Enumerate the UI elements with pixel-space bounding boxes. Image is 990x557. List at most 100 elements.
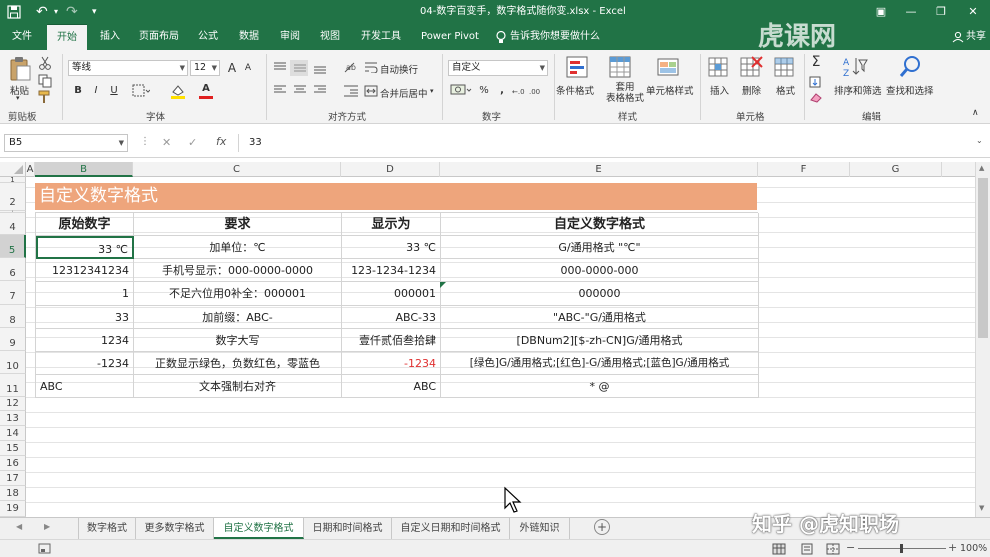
column-header-f[interactable]: F (758, 162, 850, 177)
cell-c11[interactable]: 文本强制右对齐 (134, 375, 342, 398)
scroll-thumb[interactable] (978, 178, 988, 338)
find-select-label[interactable]: 查找和选择 (886, 83, 934, 97)
italic-button[interactable]: I (88, 83, 104, 99)
tab-data[interactable]: 数据 (233, 24, 265, 50)
save-icon[interactable] (6, 4, 22, 20)
cell-d11[interactable]: ABC (342, 375, 441, 398)
merge-dropdown-icon[interactable]: ▾ (430, 87, 434, 95)
column-header-b[interactable]: B (35, 162, 133, 177)
cell-c10[interactable]: 正数显示绿色，负数红色，零蓝色 (134, 352, 342, 375)
copy-icon[interactable] (38, 74, 52, 88)
fill-icon[interactable] (808, 76, 824, 88)
cell-d7[interactable]: 000001 (342, 282, 441, 306)
cell-d5[interactable]: 33 ℃ (342, 236, 441, 259)
zoom-slider-thumb[interactable] (900, 544, 903, 553)
column-header-a[interactable]: A (26, 162, 35, 177)
percent-button[interactable]: % (476, 83, 492, 99)
orientation-icon[interactable]: ab (342, 60, 360, 74)
page-break-view-icon[interactable] (826, 543, 840, 555)
cell-e9[interactable]: [DBNum2][$-zh-CN]G/通用格式 (441, 329, 759, 352)
cell-c5[interactable]: 加单位：℃ (134, 236, 342, 259)
cell-e5[interactable]: G/通用格式 "℃" (441, 236, 759, 259)
name-box[interactable]: B5 ▼ (4, 134, 128, 152)
delete-cells-label[interactable]: 删除 (742, 83, 761, 97)
cell-b5[interactable]: 33 ℃ (36, 236, 134, 259)
tab-home[interactable]: 开始 (47, 24, 87, 50)
cell-b10[interactable]: -1234 (36, 352, 134, 375)
banner-title[interactable]: 自定义数字格式 (35, 183, 757, 210)
row-header-15[interactable]: 15 (0, 441, 26, 456)
expand-formula-icon[interactable]: ⌄ (976, 136, 983, 145)
cut-icon[interactable] (38, 56, 52, 70)
delete-cells-icon[interactable] (738, 55, 764, 81)
comma-style-button[interactable]: , (494, 83, 510, 99)
cell-e8[interactable]: "ABC-"G/通用格式 (441, 306, 759, 329)
tab-view[interactable]: 视图 (314, 24, 346, 50)
bold-button[interactable]: B (70, 83, 86, 99)
header-display[interactable]: 显示为 (342, 213, 441, 236)
tab-file[interactable]: 文件 (4, 24, 40, 50)
paste-icon[interactable] (8, 56, 32, 82)
row-header-16[interactable]: 16 (0, 456, 26, 471)
minimize-button[interactable]: — (896, 0, 926, 24)
font-color-icon[interactable]: A (198, 81, 214, 97)
row-header-4[interactable]: 4 (0, 213, 26, 235)
merge-center-icon[interactable] (364, 85, 378, 97)
conditional-format-icon[interactable] (565, 55, 591, 81)
cell-b11[interactable]: ABC (36, 375, 134, 398)
cell-c9[interactable]: 数字大写 (134, 329, 342, 352)
cell-c7[interactable]: 不足六位用0补全：000001 (134, 282, 342, 306)
format-cells-icon[interactable] (772, 55, 798, 81)
shrink-font-button[interactable]: A (240, 60, 256, 76)
row-header-8[interactable]: 8 (0, 305, 26, 328)
format-painter-icon[interactable] (38, 90, 52, 104)
format-cells-label[interactable]: 格式 (776, 83, 795, 97)
autosum-icon[interactable]: Σ (808, 54, 824, 70)
tab-formulas[interactable]: 公式 (192, 24, 224, 50)
cancel-icon[interactable]: ✕ (162, 136, 171, 149)
tab-power-pivot[interactable]: Power Pivot (416, 24, 484, 50)
header-requirement[interactable]: 要求 (134, 213, 342, 236)
number-format-combo[interactable]: 自定义 ▼ (448, 60, 548, 76)
restore-button[interactable]: ❐ (926, 0, 956, 24)
currency-icon[interactable] (450, 83, 472, 97)
decimal-buttons-icon[interactable]: ←.0 .00 (512, 84, 546, 98)
customize-toolbar-icon[interactable]: ▾ (92, 0, 97, 24)
paste-dropdown-icon[interactable]: ▾ (16, 94, 20, 102)
cell-d8[interactable]: ABC-33 (342, 306, 441, 329)
insert-function-icon[interactable]: fx (216, 135, 226, 148)
format-as-table-icon[interactable] (608, 55, 634, 81)
cell-b9[interactable]: 1234 (36, 329, 134, 352)
font-size-combo[interactable]: 12 ▼ (190, 60, 220, 76)
format-as-table-label[interactable]: 套用 表格格式 (606, 82, 644, 104)
tab-page-layout[interactable]: 页面布局 (134, 24, 184, 50)
find-select-icon[interactable] (898, 54, 924, 80)
tab-developer[interactable]: 开发工具 (356, 24, 406, 50)
tell-me-search[interactable]: 告诉我你想要做什么 (510, 24, 600, 50)
vertical-scrollbar[interactable]: ▲ ▼ (975, 162, 990, 517)
tab-review[interactable]: 审阅 (274, 24, 306, 50)
scroll-up-icon[interactable]: ▲ (979, 164, 984, 172)
cell-d9[interactable]: 壹仟贰佰叁拾肆 (342, 329, 441, 352)
merge-center-label[interactable]: 合并后居中 (380, 86, 428, 100)
header-custom-format[interactable]: 自定义数字格式 (441, 213, 759, 236)
sheet-tab-links[interactable]: 外链知识 (510, 518, 570, 539)
row-header-10[interactable]: 10 (0, 351, 26, 374)
sort-filter-label[interactable]: 排序和筛选 (834, 83, 882, 97)
cell-styles-label[interactable]: 单元格样式 (646, 83, 694, 97)
row-header-19[interactable]: 19 (0, 501, 26, 517)
redo-icon[interactable]: ↷ (66, 0, 78, 24)
zoom-in-button[interactable]: + (948, 541, 957, 554)
row-header-18[interactable]: 18 (0, 486, 26, 501)
zoom-out-button[interactable]: − (846, 541, 855, 554)
row-header-11[interactable]: 11 (0, 374, 26, 397)
fill-color-icon[interactable] (170, 83, 192, 99)
grow-font-button[interactable]: A (224, 60, 240, 76)
row-header-5[interactable]: 5 (0, 235, 26, 258)
select-all-corner[interactable] (0, 162, 26, 177)
alignment-buttons-icon[interactable] (272, 60, 342, 100)
sort-filter-icon[interactable]: AZ (842, 54, 868, 80)
sheet-tab-number-format[interactable]: 数字格式 (78, 518, 136, 539)
font-name-combo[interactable]: 等线 ▼ (68, 60, 188, 76)
undo-dropdown-icon[interactable]: ▾ (54, 0, 58, 24)
